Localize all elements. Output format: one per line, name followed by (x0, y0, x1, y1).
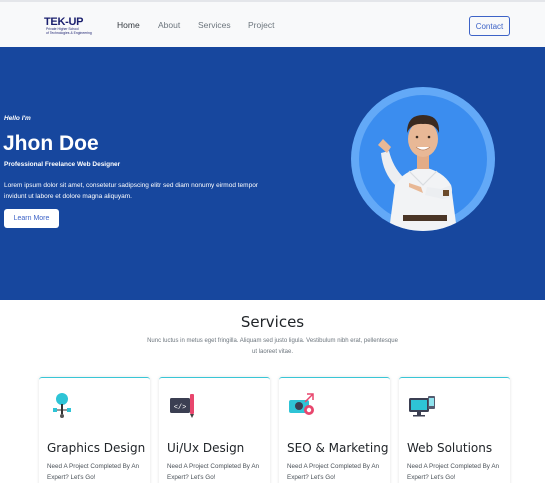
service-card-seo-marketing[interactable]: SEO & Marketing Need A Project Completed… (279, 377, 390, 483)
hero-name: Jhon Doe (3, 132, 99, 155)
web-solutions-icon (409, 396, 435, 417)
person-pointing-illustration (378, 115, 457, 231)
services-subtitle: Nunc luctus in metus eget fringilla. Ali… (147, 338, 398, 355)
services-heading: Services (240, 313, 305, 331)
card-title: SEO & Marketing (287, 441, 389, 455)
ui-ux-design-icon: </> (170, 394, 194, 418)
svg-text:</>: </> (174, 404, 187, 412)
card-text: Need A Project Completed By An Expert? L… (407, 463, 500, 481)
nav-link-project[interactable]: Project (248, 20, 274, 30)
nav-link-services[interactable]: Services (198, 20, 231, 30)
card-text: Need A Project Completed By An Expert? L… (287, 463, 380, 481)
hero-greeting: Hello I'm (4, 115, 31, 122)
hero-section: Hello I'm Jhon Doe Professional Freelanc… (0, 47, 545, 300)
tekup-logo[interactable]: TEK-UP Private Higher School of Technolo… (44, 16, 96, 36)
nav-link-about[interactable]: About (158, 20, 180, 30)
graphics-design-icon (53, 393, 71, 418)
service-card-ui-ux-design[interactable]: </> Ui/Ux Design Need A Project Complete… (159, 377, 270, 483)
logo-subtitle-line-2: of Technologies & Engineering (46, 31, 92, 35)
card-title: Graphics Design (47, 441, 146, 455)
nav-link-home[interactable]: Home (117, 20, 140, 30)
seo-marketing-icon (289, 393, 314, 415)
navbar: TEK-UP Private Higher School of Technolo… (0, 0, 545, 47)
card-title: Ui/Ux Design (167, 441, 245, 455)
service-card-web-solutions[interactable]: Web Solutions Need A Project Completed B… (399, 377, 510, 483)
contact-button[interactable]: Contact (469, 16, 510, 36)
hero-role: Professional Freelance Web Designer (4, 161, 121, 168)
profile-portrait (351, 87, 495, 231)
card-title: Web Solutions (407, 441, 493, 455)
card-text: Need A Project Completed By An Expert? L… (47, 463, 140, 481)
learn-more-button[interactable]: Learn More (4, 209, 59, 228)
hero-description: Lorem ipsum dolor sit amet, consetetur s… (4, 182, 258, 200)
card-text: Need A Project Completed By An Expert? L… (167, 463, 260, 481)
service-card-graphics-design[interactable]: Graphics Design Need A Project Completed… (39, 377, 150, 483)
